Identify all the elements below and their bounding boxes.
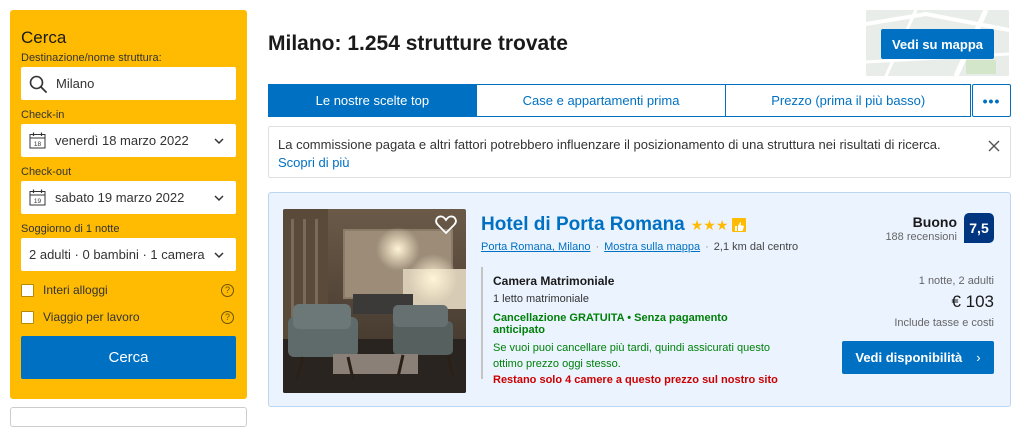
room-details: Camera Matrimoniale 1 letto matrimoniale…	[481, 267, 781, 386]
review-count[interactable]: 188 recensioni	[885, 231, 957, 243]
checkin-value: venerdì 18 marzo 2022	[55, 133, 189, 148]
star-rating-icon: ★★★	[690, 216, 729, 233]
see-availability-label: Vedi disponibilità	[855, 350, 963, 365]
show-on-map-link[interactable]: Mostra sulla mappa	[604, 241, 700, 253]
tab-top-picks[interactable]: Le nostre scelte top	[268, 84, 477, 117]
search-panel: Cerca Destinazione/nome struttura: Milan…	[10, 10, 247, 399]
checkin-field[interactable]: 18 venerdì 18 marzo 2022	[21, 124, 236, 157]
bed-type: 1 letto matrimoniale	[493, 293, 589, 305]
search-icon	[29, 75, 47, 93]
sort-tabs: Le nostre scelte top Case e appartamenti…	[268, 84, 1011, 117]
learn-more-link[interactable]: Scopri di più	[278, 155, 350, 170]
work-travel-label: Viaggio per lavoro	[43, 310, 140, 324]
search-title: Cerca	[21, 28, 67, 47]
price-note: Include tasse e costi	[894, 317, 994, 329]
ranking-notice: La commissione pagata e altri fattori po…	[268, 126, 1011, 178]
chevron-right-icon: ›	[976, 350, 981, 365]
close-icon[interactable]	[987, 139, 1001, 153]
calendar-icon: 18	[29, 132, 46, 149]
property-photo[interactable]	[283, 209, 466, 393]
checkin-label: Check-in	[21, 109, 65, 121]
entire-homes-option[interactable]: Interi alloggi ?	[21, 281, 236, 299]
distance-text: 2,1 km dal centro	[713, 241, 799, 253]
entire-homes-checkbox[interactable]	[21, 283, 34, 297]
stay-length-label: Soggiorno di 1 notte	[21, 223, 120, 235]
svg-text:19: 19	[34, 198, 42, 205]
filter-panel-edge	[10, 407, 247, 427]
checkout-value: sabato 19 marzo 2022	[55, 190, 185, 205]
see-availability-button[interactable]: Vedi disponibilità ›	[842, 341, 994, 374]
property-name-row: Hotel di Porta Romana ★★★	[481, 214, 747, 236]
chevron-down-icon	[214, 194, 224, 201]
thumbs-up-icon	[732, 218, 747, 232]
tab-lowest-price[interactable]: Prezzo (prima il più basso)	[725, 84, 972, 117]
svg-text:18: 18	[34, 141, 42, 148]
room-name: Camera Matrimoniale	[493, 274, 615, 288]
page-title: Milano: 1.254 strutture trovate	[268, 32, 568, 55]
rating-word[interactable]: Buono	[913, 214, 957, 230]
price: € 103	[951, 292, 994, 311]
review-score-badge[interactable]: 7,5	[964, 213, 994, 243]
work-travel-checkbox[interactable]	[21, 310, 34, 324]
search-button[interactable]: Cerca	[21, 336, 236, 379]
entire-homes-label: Interi alloggi	[43, 283, 108, 297]
checkout-label: Check-out	[21, 166, 72, 178]
free-cancellation: Cancellazione GRATUITA • Senza pagamento…	[493, 312, 728, 336]
destination-value: Milano	[56, 76, 95, 91]
scarcity-message: Restano solo 4 camere a questo prezzo su…	[493, 374, 778, 386]
heart-icon[interactable]	[435, 215, 457, 235]
show-on-map-button[interactable]: Vedi su mappa	[881, 29, 994, 59]
tab-homes-first[interactable]: Case e appartamenti prima	[475, 84, 727, 117]
calendar-icon: 19	[29, 189, 46, 206]
occupancy-value: 2 adulti · 0 bambini · 1 camera	[29, 247, 205, 262]
work-travel-option[interactable]: Viaggio per lavoro ?	[21, 308, 236, 326]
destination-label: Destinazione/nome struttura:	[21, 52, 162, 64]
separator-dot: ·	[595, 241, 600, 253]
help-icon[interactable]: ?	[221, 310, 234, 324]
location-link[interactable]: Porta Romana, Milano	[481, 241, 590, 253]
chevron-down-icon	[214, 251, 224, 258]
occupancy-select[interactable]: 2 adulti · 0 bambini · 1 camera	[21, 238, 236, 271]
more-options-icon[interactable]: •••	[972, 84, 1011, 117]
hotel-lobby-image	[283, 209, 466, 393]
destination-input[interactable]: Milano	[21, 67, 236, 100]
property-name[interactable]: Hotel di Porta Romana	[481, 214, 685, 236]
cancellation-hint: Se vuoi puoi cancellare più tardi, quind…	[493, 342, 770, 370]
chevron-down-icon	[214, 137, 224, 144]
property-card: Hotel di Porta Romana ★★★ Porta Romana, …	[268, 192, 1011, 407]
location-row: Porta Romana, Milano · Mostra sulla mapp…	[481, 241, 798, 253]
checkout-field[interactable]: 19 sabato 19 marzo 2022	[21, 181, 236, 214]
price-meta: 1 notte, 2 adulti	[918, 275, 994, 287]
help-icon[interactable]: ?	[221, 283, 234, 297]
notice-text: La commissione pagata e altri fattori po…	[278, 137, 941, 152]
separator-dot: ·	[705, 241, 709, 253]
map-thumbnail[interactable]: Vedi su mappa	[866, 10, 1009, 76]
